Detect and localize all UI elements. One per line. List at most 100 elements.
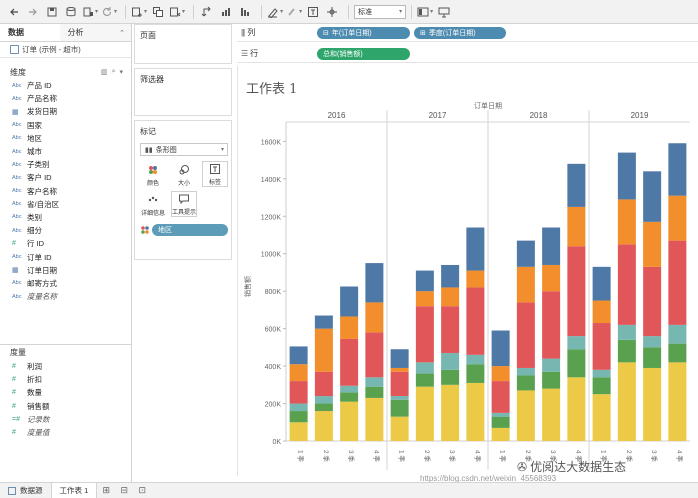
new-sheet-icon[interactable]: ▾ [131,3,147,21]
dimension-field[interactable]: Abc 产品名称 [0,92,131,105]
measure-field[interactable]: =# 记录数 [0,413,132,426]
measure-field[interactable]: # 数量 [0,386,132,399]
dimension-field[interactable]: Abc 城市 [0,145,131,158]
bar-segment [567,336,586,350]
bar-segment [567,377,586,441]
bar-segment [314,371,333,397]
dimension-field[interactable]: Abc 度量名称 [0,290,131,303]
measure-field[interactable]: # 度量值 [0,426,132,439]
refresh-icon[interactable]: ▾ [101,3,117,21]
new-story-icon[interactable]: ⊡ [133,483,151,498]
sum-sales-pill[interactable]: 总和(销售额) [317,47,410,60]
dimension-field[interactable]: ▦ 订单日期 [0,264,131,277]
marks-card: 标记 ▮▮ 条形图 ▾ 颜色 大小 标签 详细信息 工具提示 地区 [134,120,232,260]
label-icon[interactable] [305,3,321,21]
pages-card[interactable]: 页面 [134,24,232,64]
quarter-order-date-pill[interactable]: ⊞ 季度(订单日期) [414,26,506,39]
bar-segment [340,385,359,393]
dimension-field[interactable]: Abc 类别 [0,211,131,224]
mark-type-select[interactable]: ▮▮ 条形图 ▾ [140,143,228,156]
grid-view-icon[interactable]: ▥ [101,68,108,76]
measure-field[interactable]: # 销售额 [0,400,132,413]
detail-button[interactable]: 详细信息 [140,191,166,217]
dimension-field[interactable]: Abc 客户名称 [0,185,131,198]
quarter-tick-label: 4 季 [675,450,684,462]
clear-icon[interactable]: ▾ [169,3,185,21]
number-type-icon: # [12,429,16,437]
bar-segment [542,291,561,359]
field-name: 邮寄方式 [27,278,57,288]
tab-datasource[interactable]: 数据源 [0,482,52,498]
dimension-field[interactable]: Abc 邮寄方式 [0,277,131,290]
region-pill[interactable]: 地区 [152,224,228,236]
quarter-tick-label: 4 季 [473,450,482,462]
y-axis-title: 销售额 [243,276,252,297]
quarter-tick-label: 1 季 [297,450,306,462]
presentation-icon[interactable] [436,3,452,21]
group-icon[interactable]: ▾ [286,3,302,21]
dimension-field[interactable]: Abc 订单 ID [0,250,131,263]
datasource-tab-label: 数据源 [20,486,43,495]
dimension-field[interactable]: Abc 客户 ID [0,171,131,184]
bar-segment [491,381,510,413]
sort-desc-icon[interactable] [237,3,253,21]
color-region-field[interactable]: 地区 [140,223,228,237]
dimensions-list: Abc 产品 ID Abc 产品名称 ▦ 发货日期 Abc 国家 Abc 地区 Abc 城市 Abc 子类… [0,79,131,303]
tab-data[interactable]: 数据 [0,24,60,41]
field-name: 折扣 [27,375,42,385]
bar-segment [365,332,384,378]
undo-icon[interactable] [6,3,22,21]
bar-segment [466,382,485,441]
size-button[interactable]: 大小 [171,161,197,187]
swap-icon[interactable] [199,3,215,21]
tooltip-button[interactable]: 工具提示 [171,191,197,217]
pause-icon[interactable]: ▾ [82,3,98,21]
y-tick-label: 200K [265,402,282,409]
show-cards-icon[interactable]: ▾ [417,3,433,21]
bottom-tab-bar: 数据源 工作表 1 ⊞ ⊟ ⊡ [0,482,698,498]
tab-sheet-1[interactable]: 工作表 1 [51,482,98,498]
label-button[interactable]: 标签 [202,161,228,187]
new-sheet-icon[interactable]: ⊞ [97,483,115,498]
redo-icon[interactable] [25,3,41,21]
dimension-field[interactable]: Abc 产品 ID [0,79,131,92]
new-datasource-icon[interactable] [63,3,79,21]
search-icon[interactable]: ⌕ [112,68,116,76]
dimension-field[interactable]: Abc 省/自治区 [0,198,131,211]
dimension-field[interactable]: Abc 国家 [0,119,131,132]
color-dots-icon [141,226,149,234]
datasource-name: 订单 (示例 - 超市) [22,45,81,54]
bar-segment [542,388,561,441]
dimension-field[interactable]: Abc 细分 [0,224,131,237]
rows-shelf[interactable]: ☰ 行 总和(销售额) [237,45,698,63]
color-button[interactable]: 颜色 [140,161,166,187]
dimension-field[interactable]: ▦ 发货日期 [0,105,131,118]
save-icon[interactable] [44,3,60,21]
chevron-down-icon[interactable]: ▾ [119,68,123,76]
bar-segment [289,411,308,423]
bar-segment [668,343,687,363]
dimension-field[interactable]: Abc 子类别 [0,158,131,171]
dimension-field[interactable]: # 行 ID [0,237,131,250]
datasource-item[interactable]: 订单 (示例 - 超市) [0,42,131,58]
sort-asc-icon[interactable] [218,3,234,21]
duplicate-icon[interactable] [150,3,166,21]
tab-analysis[interactable]: 分析 [60,24,120,41]
columns-shelf[interactable]: ||| 列 ⊟ 年(订单日期) ⊞ 季度(订单日期) [237,24,698,42]
fix-axes-icon[interactable] [324,3,340,21]
field-name: 利润 [27,362,42,372]
field-name: 产品名称 [27,94,57,104]
year-order-date-pill[interactable]: ⊟ 年(订单日期) [317,26,410,39]
dimension-field[interactable]: Abc 地区 [0,132,131,145]
bar-segment [441,264,460,288]
string-type-icon: Abc [12,135,22,142]
fit-select[interactable]: 标准 ▾ [354,4,407,19]
filters-card[interactable]: 筛选器 [134,68,232,116]
measure-field[interactable]: # 折扣 [0,373,132,386]
tooltip-label: 工具提示 [172,210,197,216]
highlight-icon[interactable]: ▾ [267,3,283,21]
chevron-down-icon[interactable]: ⌃ [119,24,131,41]
measure-field[interactable]: # 利润 [0,360,132,373]
new-dashboard-icon[interactable]: ⊟ [115,483,133,498]
quarter-tick-label: 1 季 [499,450,508,462]
